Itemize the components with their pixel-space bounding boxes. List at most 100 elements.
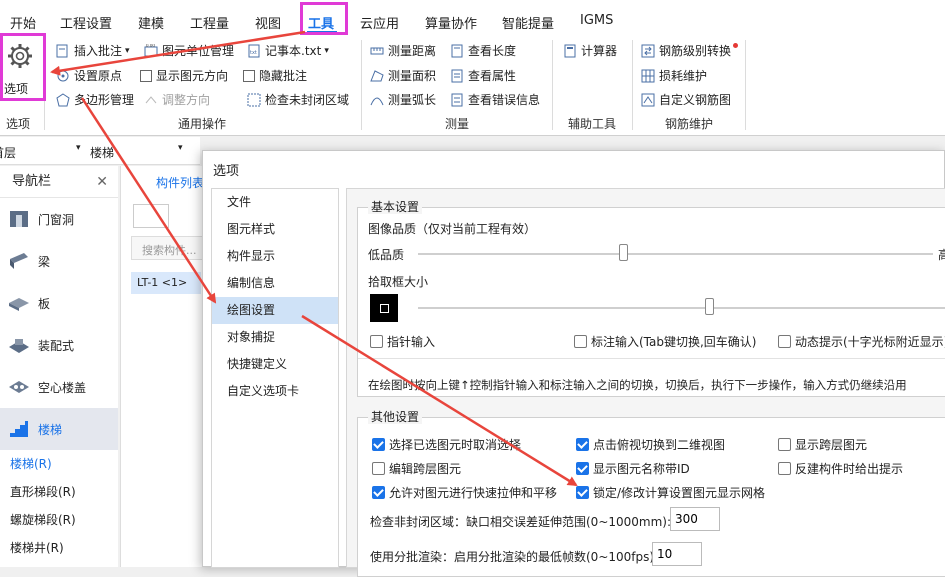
- set-origin-button[interactable]: 设置原点: [56, 67, 122, 84]
- hide-note-toggle[interactable]: 隐藏批注: [243, 67, 307, 84]
- nav-sub-spiral-flight[interactable]: 螺旋梯段(R): [0, 506, 118, 534]
- component-item[interactable]: LT-1 <1>: [131, 272, 201, 294]
- nav-item-slab[interactable]: 板: [0, 282, 118, 324]
- pointer-input-checkbox[interactable]: [370, 335, 383, 348]
- high-quality-label: 高: [938, 248, 945, 262]
- search-component-field[interactable]: 搜索构件...: [131, 236, 211, 260]
- batch-render-input[interactable]: [652, 542, 702, 566]
- dynamic-hint-option[interactable]: 动态提示(十字光标附近显示): [778, 333, 945, 350]
- edit-cross-floor-checkbox[interactable]: [372, 462, 385, 475]
- notepad-button[interactable]: txt 记事本.txt ▾: [247, 42, 329, 59]
- dynamic-hint-checkbox[interactable]: [778, 335, 791, 348]
- lock-grid-checkbox[interactable]: [576, 486, 589, 499]
- category-object-snap[interactable]: 对象捕捉: [212, 324, 338, 351]
- option-lock-grid[interactable]: 锁定/修改计算设置图元显示网格: [576, 484, 765, 501]
- lock-grid-label: 锁定/修改计算设置图元显示网格: [593, 486, 766, 500]
- menu-cloud[interactable]: 云应用: [360, 13, 399, 32]
- show-direction-label: 显示图元方向: [156, 69, 229, 83]
- category-element-style[interactable]: 图元样式: [212, 216, 338, 243]
- option-top-view-2d[interactable]: 点击俯视切换到二维视图: [576, 436, 725, 453]
- check-region-icon: [247, 93, 261, 106]
- check-closed-button[interactable]: 检查未封闭区域: [247, 91, 349, 108]
- option-show-cross-floor[interactable]: 显示跨层图元: [778, 436, 867, 453]
- unit-manage-button[interactable]: 0.00 图元单位管理: [144, 42, 234, 59]
- category-drawing-settings[interactable]: 绘图设置: [212, 297, 338, 324]
- reverse-build-hint-checkbox[interactable]: [778, 462, 791, 475]
- menu-igms[interactable]: IGMS: [580, 13, 613, 28]
- pick-box-slider-thumb[interactable]: [704, 298, 714, 315]
- ruler-icon: [370, 47, 384, 54]
- rebar-level-convert-button[interactable]: 钢筋级别转换: [641, 42, 739, 59]
- new-component-button[interactable]: [133, 204, 169, 228]
- category-component-display[interactable]: 构件显示: [212, 243, 338, 270]
- category-shortcut[interactable]: 快捷键定义: [212, 351, 338, 378]
- nav-item-prefab[interactable]: 装配式: [0, 324, 118, 366]
- show-direction-checkbox[interactable]: [140, 69, 152, 82]
- nav-item-beam[interactable]: 梁: [0, 240, 118, 282]
- menu-start[interactable]: 开始: [10, 13, 36, 32]
- menu-smart-extract[interactable]: 智能提量: [502, 13, 554, 32]
- measure-area-button[interactable]: 测量面积: [370, 67, 436, 84]
- close-icon[interactable]: ✕: [96, 166, 108, 198]
- option-show-name-id[interactable]: 显示图元名称带ID: [576, 460, 690, 477]
- component-item-label: LT-1 <1>: [137, 276, 188, 289]
- menu-modeling[interactable]: 建模: [138, 13, 164, 32]
- dimension-input-checkbox[interactable]: [574, 335, 587, 348]
- insert-note-button[interactable]: 插入批注 ▾: [56, 42, 130, 59]
- image-quality-slider[interactable]: [418, 253, 933, 255]
- adjust-direction-button[interactable]: 调整方向: [144, 91, 210, 108]
- show-cross-floor-checkbox[interactable]: [778, 438, 791, 451]
- group-label-measure: 测量: [445, 117, 470, 131]
- nav-item-stairs[interactable]: 楼梯: [0, 408, 118, 450]
- svg-text:txt: txt: [250, 50, 257, 56]
- top-view-2d-checkbox[interactable]: [576, 438, 589, 451]
- loss-maintain-button[interactable]: 损耗维护: [641, 67, 707, 84]
- nav-sub-stairwell[interactable]: 楼梯井(R): [0, 534, 118, 562]
- menu-collab[interactable]: 算量协作: [425, 13, 477, 32]
- nav-item-hollow-floor[interactable]: 空心楼盖: [0, 366, 118, 408]
- nav-sub-straight-flight[interactable]: 直形梯段(R): [0, 478, 118, 506]
- option-edit-cross-floor[interactable]: 编辑跨层图元: [372, 460, 461, 477]
- option-deselect-selected[interactable]: 选择已选图元时取消选择: [372, 436, 521, 453]
- component-list-tab[interactable]: 构件列表: [156, 174, 204, 191]
- dropdown-chevron-icon: ▾: [125, 45, 130, 56]
- category-compile-info[interactable]: 编制信息: [212, 270, 338, 297]
- type-selector[interactable]: 楼梯: [90, 144, 114, 161]
- insert-note-icon: [56, 44, 68, 57]
- floor-selector[interactable]: 首层: [0, 144, 16, 161]
- pick-box-slider[interactable]: [418, 307, 945, 309]
- custom-drawing-icon: [641, 93, 655, 106]
- view-attr-button[interactable]: 查看属性: [450, 67, 516, 84]
- pointer-input-option[interactable]: 指针输入: [370, 333, 435, 350]
- low-quality-label: 低品质: [368, 248, 405, 262]
- category-file[interactable]: 文件: [212, 189, 338, 216]
- nav-sub-stairs[interactable]: 楼梯(R): [0, 450, 118, 478]
- image-quality-slider-thumb[interactable]: [619, 244, 628, 261]
- custom-rebar-button[interactable]: 自定义钢筋图: [641, 91, 731, 108]
- menu-view[interactable]: 视图: [255, 13, 281, 32]
- dimension-input-label: 标注输入(Tab键切换,回车确认): [591, 335, 757, 349]
- measure-arc-button[interactable]: 测量弧长: [370, 91, 436, 108]
- view-length-button[interactable]: 查看长度: [450, 42, 516, 59]
- nav-item-door-window[interactable]: 门窗洞: [0, 198, 118, 240]
- show-direction-toggle[interactable]: 显示图元方向: [140, 67, 228, 84]
- hide-note-checkbox[interactable]: [243, 69, 255, 82]
- show-name-id-checkbox[interactable]: [576, 462, 589, 475]
- polygon-manage-button[interactable]: 多边形管理: [56, 91, 134, 108]
- category-custom-tab[interactable]: 自定义选项卡: [212, 378, 338, 405]
- view-error-button[interactable]: 查看错误信息: [450, 91, 540, 108]
- quick-stretch-checkbox[interactable]: [372, 486, 385, 499]
- menu-project-settings[interactable]: 工程设置: [60, 13, 112, 32]
- polygon-icon: [56, 92, 70, 106]
- measure-distance-button[interactable]: 测量距离: [370, 42, 436, 59]
- other-settings-group: 其他设置 选择已选图元时取消选择 点击俯视切换到二维视图 显示跨层图元 编辑跨层…: [357, 410, 945, 577]
- calculator-button[interactable]: 计算器: [563, 42, 617, 59]
- grid-icon: [641, 69, 655, 82]
- option-quick-stretch[interactable]: 允许对图元进行快速拉伸和平移: [372, 484, 557, 501]
- deselect-checkbox[interactable]: [372, 438, 385, 451]
- check-range-input[interactable]: [670, 507, 720, 531]
- menu-quantity[interactable]: 工程量: [190, 13, 229, 32]
- check-range-label: 检查非封闭区域：缺口相交误差延伸范围(0~1000mm):: [370, 515, 672, 529]
- option-reverse-build-hint[interactable]: 反建构件时给出提示: [778, 460, 903, 477]
- dimension-input-option[interactable]: 标注输入(Tab键切换,回车确认): [574, 333, 757, 350]
